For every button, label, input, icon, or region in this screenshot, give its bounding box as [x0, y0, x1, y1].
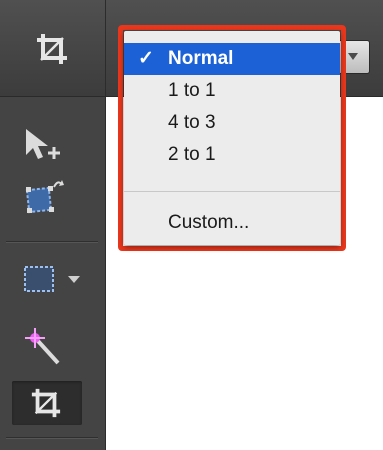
marquee-tool-button[interactable] [12, 257, 82, 301]
marquee-icon [24, 266, 54, 292]
menu-item-label: Normal [168, 48, 234, 69]
transform-tool-button[interactable] [12, 175, 82, 219]
move-tool-button[interactable] [12, 119, 82, 163]
chevron-down-icon [68, 276, 80, 283]
menu-item-4-to-3[interactable]: 4 to 3 [124, 107, 340, 139]
toolbar-separator [6, 437, 98, 439]
crop-tool-button[interactable] [12, 381, 82, 425]
menu-item-label: 4 to 3 [168, 112, 216, 133]
menu-item-label: 1 to 1 [168, 80, 216, 101]
checkmark-icon: ✓ [138, 48, 154, 69]
toolbar-separator [6, 241, 98, 243]
magic-wand-tool-button[interactable] [12, 325, 82, 369]
move-icon [26, 129, 60, 159]
menu-item-1-to-1[interactable]: 1 to 1 [124, 75, 340, 107]
aspect-ratio-menu: ✓ Normal 1 to 1 4 to 3 2 to 1 Custom... [124, 31, 340, 245]
transform-icon [25, 180, 64, 214]
tools-panel [0, 97, 106, 450]
menu-item-custom[interactable]: Custom... [124, 207, 340, 239]
menu-item-2-to-1[interactable]: 2 to 1 [124, 139, 340, 171]
magic-wand-icon [25, 328, 60, 365]
app-window: ✓ Normal 1 to 1 4 to 3 2 to 1 Custom... [0, 0, 383, 450]
crop-icon [31, 388, 61, 418]
menu-item-label: Custom... [168, 212, 250, 233]
menu-divider [124, 191, 340, 192]
chevron-down-icon [348, 53, 358, 60]
active-tool-indicator [0, 0, 106, 96]
menu-item-normal[interactable]: ✓ Normal [124, 43, 340, 75]
crop-icon [37, 34, 67, 64]
menu-item-label: 2 to 1 [168, 144, 216, 165]
